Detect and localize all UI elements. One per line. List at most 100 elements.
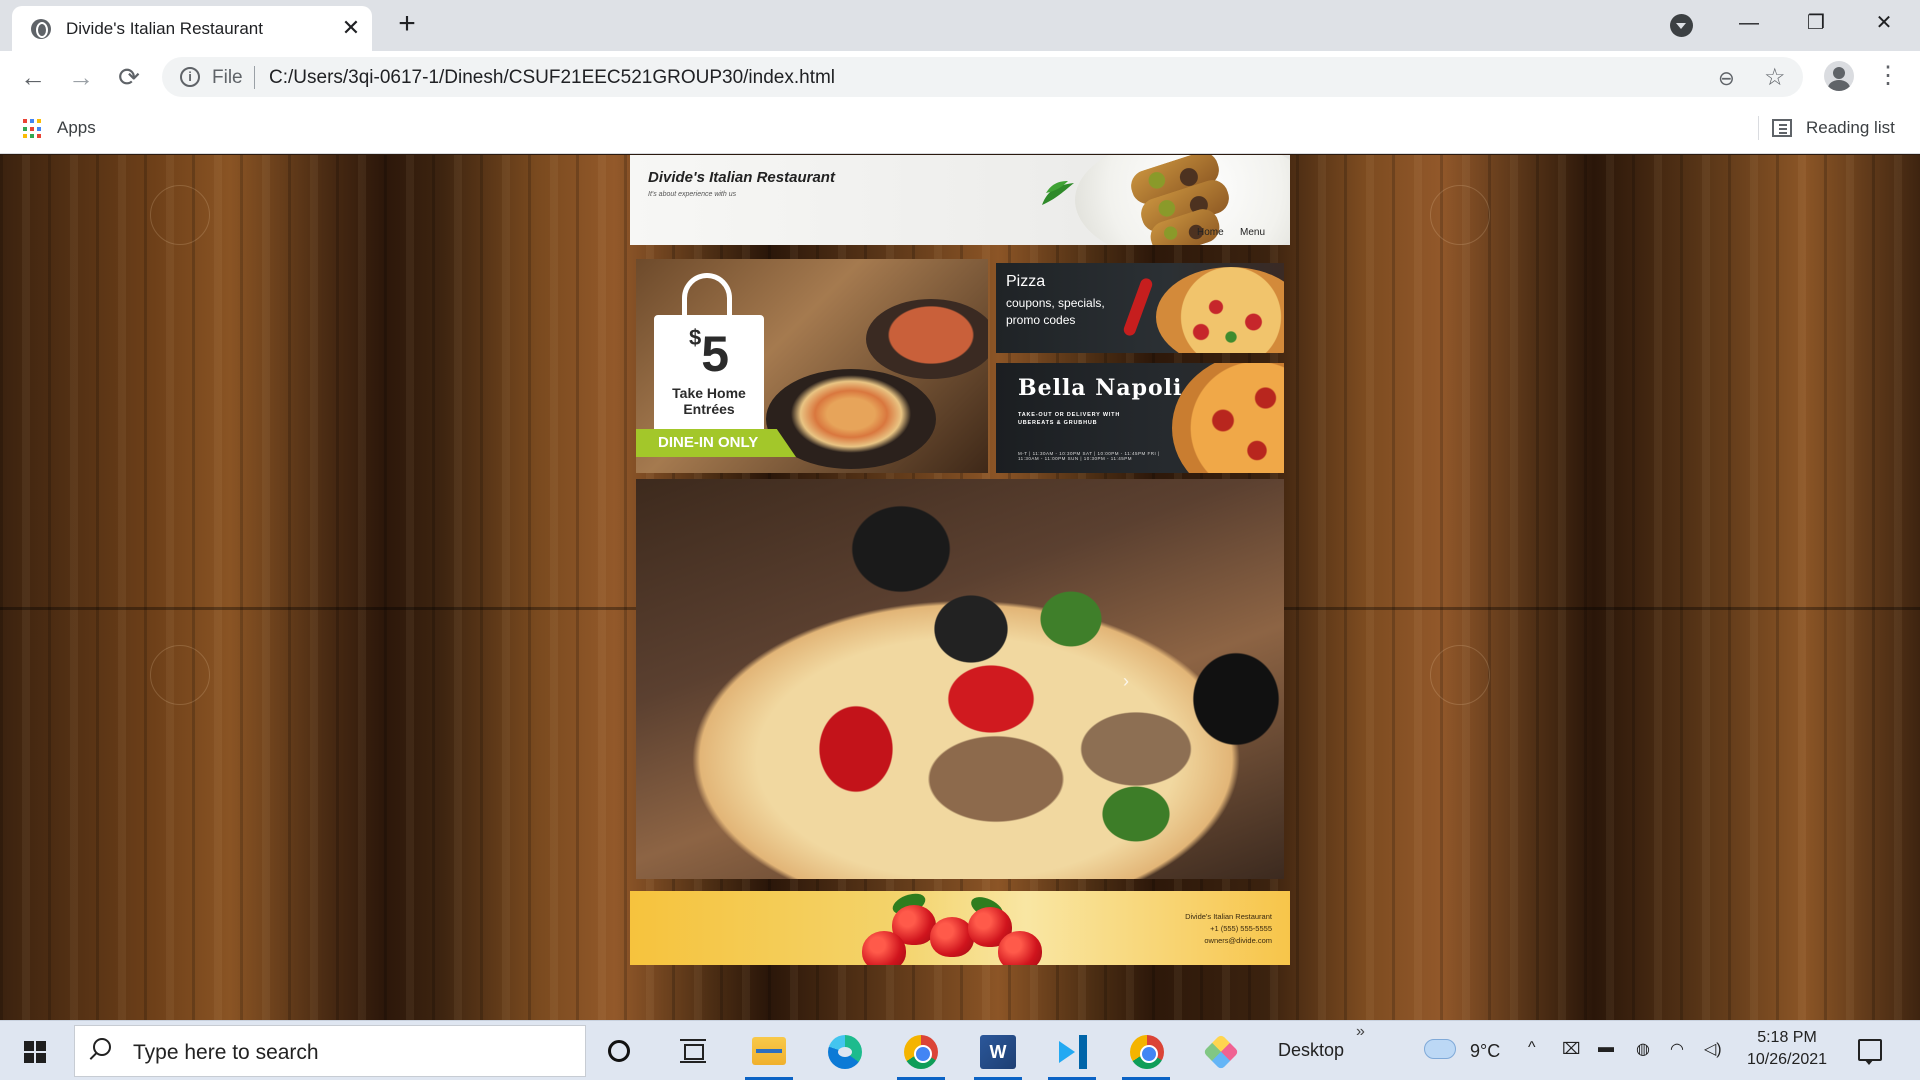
- desktop-toolbar[interactable]: Desktop: [1278, 1040, 1344, 1061]
- restore-button[interactable]: ❐: [1796, 8, 1836, 38]
- url-scheme: File: [212, 67, 243, 88]
- back-icon[interactable]: ←: [18, 62, 48, 92]
- page-viewport: Divide's Italian Restaurant It's about e…: [0, 155, 1920, 1020]
- apps-dot: [23, 119, 27, 123]
- bella-napoli-promo[interactable]: Bella Napoli TAKE-OUT OR DELIVERY WITH U…: [996, 363, 1284, 473]
- promo-section: $5 Take Home Entrées DINE-IN ONLY Pizza c…: [630, 255, 1290, 477]
- bella-title: Bella Napoli: [1018, 375, 1183, 401]
- apps-bookmark[interactable]: Apps: [57, 118, 96, 138]
- volume-icon[interactable]: ◁): [1704, 1039, 1722, 1059]
- footer-email[interactable]: owners@divide.com: [1185, 935, 1272, 947]
- browser-toolbar: ← → ⟳ i File C:/Users/3qi-0617-1/Dinesh/…: [0, 51, 1920, 102]
- minimize-button[interactable]: —: [1729, 8, 1769, 38]
- shopping-bag-icon: $5 Take Home Entrées: [654, 315, 764, 435]
- clock-date: 10/26/2021: [1746, 1051, 1828, 1068]
- chrome-icon[interactable]: [1130, 1035, 1164, 1069]
- apps-dot: [23, 126, 27, 131]
- tab-strip: Divide's Italian Restaurant ✕ + — ❐ ✕: [0, 0, 1920, 51]
- word-icon[interactable]: W: [980, 1035, 1016, 1069]
- apps-dot: [30, 126, 34, 131]
- new-tab-button[interactable]: +: [392, 9, 422, 39]
- windows-start-icon[interactable]: [24, 1041, 46, 1063]
- strawberry-image: [998, 931, 1042, 965]
- pumpkin-doodle-icon: [1430, 645, 1490, 705]
- browser-tab[interactable]: Divide's Italian Restaurant ✕: [12, 6, 372, 51]
- restaurant-site: Divide's Italian Restaurant It's about e…: [630, 155, 1290, 965]
- battery-icon[interactable]: ▬: [1598, 1039, 1614, 1057]
- dine-in-badge: DINE-IN ONLY: [636, 429, 796, 457]
- globe-icon: [31, 19, 51, 39]
- windows-taskbar: Type here to search W Desktop » 9°C ^ ⌧ …: [0, 1020, 1920, 1080]
- weather-temperature[interactable]: 9°C: [1470, 1041, 1500, 1062]
- pumpkin-doodle-icon: [1430, 185, 1490, 245]
- bella-subtitle: TAKE-OUT OR DELIVERY WITH UBEREATS & GRU…: [1018, 412, 1121, 426]
- pizza-promo-title: Pizza: [1006, 273, 1046, 290]
- chrome-menu-icon[interactable]: ⋮: [1876, 61, 1900, 91]
- footer-name: Divide's Italian Restaurant: [1185, 912, 1272, 921]
- apps-dot: [23, 134, 27, 139]
- reload-icon[interactable]: ⟳: [114, 62, 144, 92]
- bookmarks-divider: [1758, 116, 1759, 140]
- apps-dot: [30, 119, 34, 123]
- star-icon[interactable]: ☆: [1764, 63, 1786, 92]
- chili-pepper-image: [1122, 276, 1154, 338]
- network-icon[interactable]: ◍: [1636, 1039, 1650, 1059]
- apps-dot: [37, 126, 41, 131]
- pasta-bowl-image: [866, 299, 988, 379]
- file-explorer-icon[interactable]: [752, 1037, 786, 1065]
- toolbar-overflow-icon[interactable]: »: [1356, 1023, 1365, 1041]
- vscode-icon[interactable]: [1055, 1035, 1089, 1069]
- footer-phone[interactable]: +1 (555) 555-5555: [1185, 923, 1272, 935]
- close-window-button[interactable]: ✕: [1864, 8, 1904, 38]
- zoom-out-icon[interactable]: ⊖: [1718, 66, 1735, 91]
- basil-leaf-icon: [1042, 181, 1074, 205]
- pizza-image: [1156, 267, 1284, 353]
- meet-now-icon[interactable]: ⌧: [1562, 1039, 1580, 1059]
- site-tagline: It's about experience with us: [648, 191, 737, 198]
- url-text[interactable]: C:/Users/3qi-0617-1/Dinesh/CSUF21EEC521G…: [269, 67, 835, 89]
- taskbar-search[interactable]: Type here to search: [74, 1025, 586, 1077]
- site-brand[interactable]: Divide's Italian Restaurant: [648, 169, 835, 186]
- tab-title: Divide's Italian Restaurant: [66, 19, 263, 38]
- wifi-icon[interactable]: ◠: [1670, 1039, 1684, 1059]
- app-icon[interactable]: [1202, 1033, 1240, 1071]
- address-bar[interactable]: i File C:/Users/3qi-0617-1/Dinesh/CSUF21…: [162, 57, 1803, 97]
- cortana-icon[interactable]: [608, 1040, 630, 1062]
- pumpkin-doodle-icon: [150, 645, 210, 705]
- pizza-image: [1172, 363, 1284, 473]
- apps-grid-icon[interactable]: [23, 119, 43, 139]
- tab-search-icon[interactable]: [1670, 14, 1693, 37]
- reading-list-button[interactable]: Reading list: [1806, 118, 1895, 138]
- pumpkin-doodle-icon: [150, 185, 210, 245]
- contact-info: Divide's Italian Restaurant +1 (555) 555…: [1185, 911, 1272, 947]
- forward-icon[interactable]: →: [66, 62, 96, 92]
- close-tab-icon[interactable]: ✕: [338, 15, 364, 41]
- search-placeholder: Type here to search: [133, 1041, 319, 1064]
- edge-icon[interactable]: [828, 1035, 862, 1069]
- reading-list-icon[interactable]: [1772, 119, 1792, 137]
- task-view-icon[interactable]: [680, 1039, 706, 1063]
- promo-label: Take Home Entrées: [672, 385, 746, 417]
- hero-pizza-slider[interactable]: ›: [636, 479, 1284, 879]
- pizza-promo-subtitle: coupons, specials, promo codes: [1006, 296, 1105, 327]
- info-icon[interactable]: i: [180, 67, 200, 87]
- nav-home-link[interactable]: Home: [1197, 227, 1224, 238]
- weather-cloud-icon[interactable]: [1424, 1039, 1456, 1059]
- bag-handle-icon: [682, 273, 732, 321]
- bookmarks-bar: Apps Reading list: [0, 102, 1920, 154]
- pizza-coupons-promo[interactable]: Pizza coupons, specials, promo codes: [996, 263, 1284, 353]
- profile-avatar-icon[interactable]: [1824, 61, 1854, 91]
- tray-chevron-icon[interactable]: ^: [1528, 1039, 1536, 1057]
- system-clock[interactable]: 5:18 PM 10/26/2021: [1742, 1027, 1832, 1071]
- promo-price: $5: [688, 325, 730, 382]
- slider-next-icon[interactable]: ›: [1114, 669, 1138, 693]
- bella-hours: M-T | 11:30AM - 10:30PM SAT | 10:00PM - …: [1018, 451, 1160, 461]
- chrome-icon[interactable]: [904, 1035, 938, 1069]
- site-footer: Divide's Italian Restaurant +1 (555) 555…: [630, 891, 1290, 965]
- search-icon: [93, 1038, 111, 1056]
- nav-menu-link[interactable]: Menu: [1240, 227, 1265, 238]
- url-separator: [254, 66, 255, 89]
- take-home-promo[interactable]: $5 Take Home Entrées DINE-IN ONLY: [636, 259, 988, 473]
- notifications-icon[interactable]: [1858, 1039, 1882, 1065]
- clock-time: 5:18 PM: [1757, 1029, 1817, 1046]
